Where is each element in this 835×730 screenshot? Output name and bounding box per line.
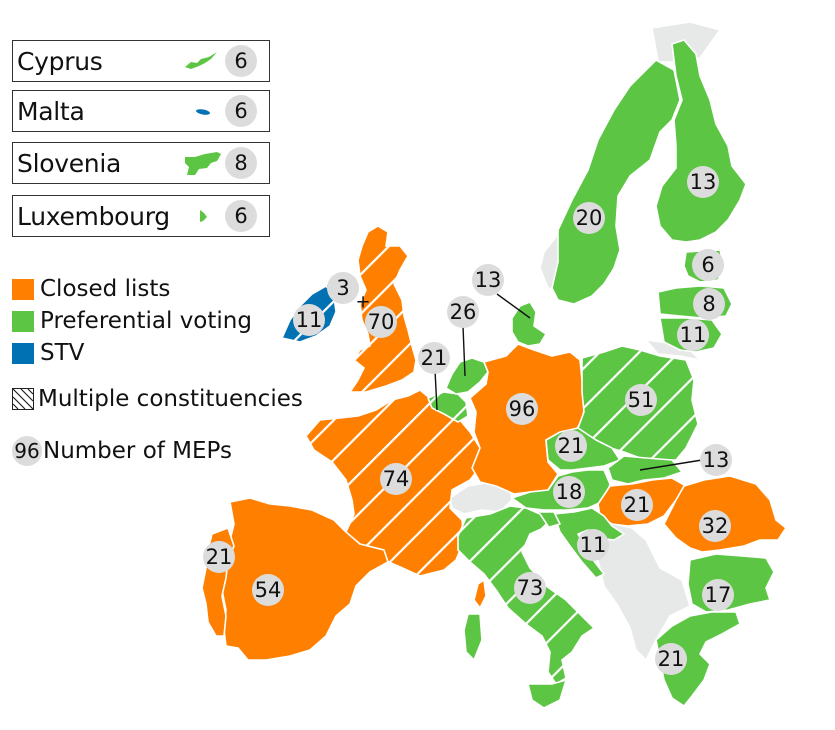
inset-slovenia: Slovenia 8 [12, 142, 270, 184]
badge-slovakia: 13 [700, 444, 732, 476]
preferential-voting-swatch [12, 310, 34, 332]
legend-stv: STV [12, 340, 84, 366]
badge-value: 11 [296, 308, 323, 332]
badge-value: 8 [702, 292, 715, 316]
badge-northern-ireland: 3 [327, 272, 359, 304]
legend-label: STV [40, 340, 85, 366]
badge-croatia: 11 [577, 529, 609, 561]
legend-label: Number of MEPs [43, 438, 233, 464]
luxembourg-shape-icon [200, 210, 207, 222]
badge-value: 21 [558, 434, 585, 458]
legend-closed-lists: Closed lists [12, 276, 170, 302]
inset-badge: 6 [225, 200, 257, 232]
badge-ireland: 11 [293, 304, 325, 336]
closed-lists-swatch [12, 278, 34, 300]
badge-bulgaria: 17 [702, 579, 734, 611]
legend-preferential-voting: Preferential voting [12, 308, 252, 334]
badge-hungary: 21 [621, 489, 653, 521]
badge-value: 13 [690, 170, 717, 194]
badge-value: 11 [680, 323, 707, 347]
badge-value: 21 [658, 647, 685, 671]
legend-multiple-constituencies: Multiple constituencies [12, 386, 303, 412]
badge-value: 3 [336, 276, 349, 300]
countries [201, 39, 787, 709]
cyprus-shape-icon [185, 52, 217, 69]
legend-number-of-meps: 96 Number of MEPs [12, 436, 232, 466]
inset-badge: 6 [225, 95, 257, 127]
stv-swatch [12, 342, 34, 364]
badge-value: 13 [475, 268, 502, 292]
badge-value: 21 [206, 545, 233, 569]
badge-austria: 18 [553, 476, 585, 508]
badge-value: 54 [255, 578, 282, 602]
badge-value: 6 [701, 253, 714, 277]
badge-italy: 73 [514, 572, 546, 604]
country-sweden[interactable] [551, 59, 681, 305]
country-france-corsica [473, 579, 487, 609]
badge-netherlands: 26 [447, 296, 479, 328]
badge-belgium: 21 [418, 342, 450, 374]
badge-portugal: 21 [203, 541, 235, 573]
badge-value: 11 [580, 533, 607, 557]
badge-romania: 32 [699, 510, 731, 542]
badge-latvia: 8 [693, 288, 725, 320]
sample-mep-badge: 96 [12, 436, 42, 466]
legend-label: Multiple constituencies [38, 386, 303, 412]
badge-poland: 51 [625, 384, 657, 416]
inset-badge: 8 [225, 147, 257, 179]
malta-shape-icon [196, 109, 210, 115]
badge-sweden: 20 [573, 202, 605, 234]
badge-germany: 96 [506, 393, 538, 425]
badge-value: 96 [509, 397, 536, 421]
legend-label: Preferential voting [40, 308, 252, 334]
badge-value: 21 [624, 493, 651, 517]
country-italy-sardinia [463, 613, 483, 661]
badge-value: 73 [517, 576, 544, 600]
badge-value: 20 [576, 206, 603, 230]
inset-name: Cyprus [17, 46, 103, 76]
badge-lithuania: 11 [677, 319, 709, 351]
inset-name: Slovenia [17, 148, 121, 178]
country-italy-sicily [527, 679, 567, 709]
inset-cyprus: Cyprus 6 [12, 40, 270, 82]
badge-estonia: 6 [692, 249, 724, 281]
badge-france: 74 [380, 463, 412, 495]
badge-czech-republic: 21 [555, 430, 587, 462]
badge-value: 26 [450, 300, 477, 324]
badge-value: 32 [702, 514, 729, 538]
inset-badge: 6 [225, 45, 257, 77]
legend-label: Closed lists [40, 276, 171, 302]
badge-value: 51 [628, 388, 655, 412]
inset-luxembourg: Luxembourg 6 [12, 195, 270, 237]
badge-value: 13 [703, 448, 730, 472]
badge-value: 18 [556, 480, 583, 504]
badge-value: 21 [421, 346, 448, 370]
badge-value: 17 [705, 583, 732, 607]
badge-greece: 21 [655, 643, 687, 675]
badge-value: 74 [383, 467, 410, 491]
badge-denmark: 13 [472, 264, 504, 296]
badge-finland: 13 [687, 166, 719, 198]
badge-united-kingdom: 70 [365, 306, 397, 338]
badge-spain: 54 [252, 574, 284, 606]
badge-value: 70 [368, 310, 395, 334]
inset-name: Malta [17, 96, 85, 126]
slovenia-shape-icon [185, 152, 221, 175]
inset-name: Luxembourg [17, 201, 170, 231]
inset-malta: Malta 6 [12, 90, 270, 132]
hatch-pattern-icon [12, 388, 34, 410]
